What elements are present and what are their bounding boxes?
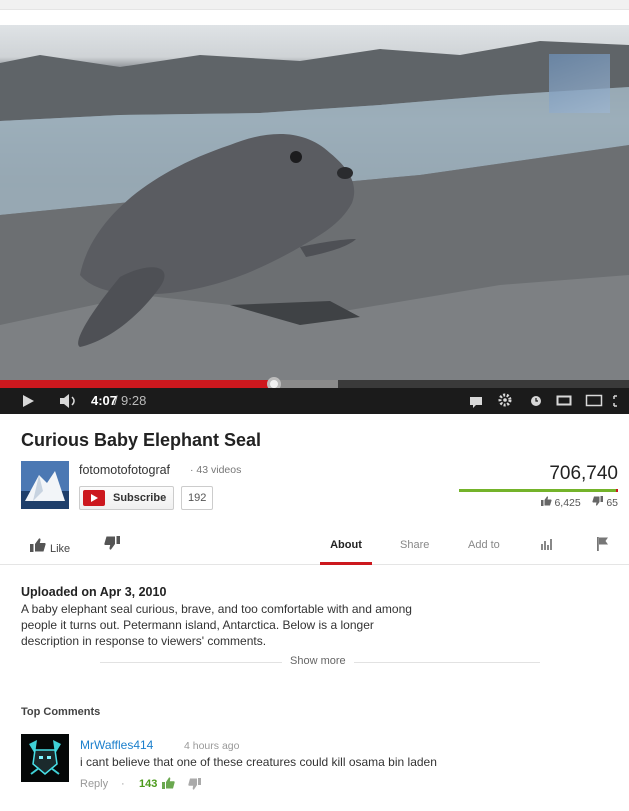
play-icon[interactable]: [20, 388, 36, 423]
channel-name[interactable]: fotomotofotograf: [79, 463, 170, 477]
video-frame[interactable]: [0, 25, 629, 380]
comment-reply-button[interactable]: Reply: [80, 778, 108, 790]
upload-date: Uploaded on Apr 3, 2010: [21, 585, 167, 599]
thumbs-down-icon[interactable]: [188, 777, 201, 795]
dislike-button[interactable]: [104, 536, 120, 555]
browser-top-strip: [0, 0, 629, 10]
thumbs-up-icon[interactable]: [162, 776, 175, 794]
large-player-icon[interactable]: [585, 388, 603, 423]
flag-icon[interactable]: [596, 536, 610, 555]
volume-icon[interactable]: [58, 388, 80, 423]
like-button[interactable]: Like: [30, 538, 70, 555]
comment-text: i cant believe that one of these creatur…: [80, 755, 437, 769]
fullscreen-icon[interactable]: [612, 388, 624, 423]
like-stats: 6,425 65: [540, 496, 618, 509]
duration: 9:28: [121, 393, 147, 408]
thumbs-down-icon: [104, 536, 120, 550]
show-more-button[interactable]: Show more: [282, 655, 354, 667]
comments-heading: Top Comments: [21, 706, 101, 718]
subscriber-count: 192: [181, 486, 214, 510]
player-controls: 4:07 / 9:28: [0, 388, 629, 414]
like-label: Like: [50, 543, 71, 555]
active-tab-indicator: [320, 562, 372, 565]
video-description: A baby elephant seal curious, brave, and…: [21, 602, 412, 648]
comment-dot-separator: ·: [121, 778, 125, 790]
tab-add-to[interactable]: Add to: [468, 539, 500, 551]
thumbs-down-icon: [592, 496, 604, 509]
comment-time: 4 hours ago: [184, 740, 240, 752]
video-title: Curious Baby Elephant Seal: [21, 430, 262, 450]
like-ratio-fill: [459, 489, 617, 492]
comment-author[interactable]: MrWaffles414: [80, 738, 153, 752]
tab-about[interactable]: About: [320, 539, 372, 551]
thumbs-up-icon: [30, 538, 46, 555]
channel-video-count[interactable]: · 43 videos: [190, 464, 241, 476]
progress-bar[interactable]: [0, 377, 629, 391]
like-count: 6,425: [554, 497, 581, 509]
tab-share[interactable]: Share: [400, 539, 429, 551]
gear-icon[interactable]: [497, 388, 513, 423]
small-player-icon[interactable]: [556, 388, 572, 423]
like-ratio-bar: [459, 489, 618, 492]
dislike-count: 65: [606, 497, 618, 509]
view-count: 706,740: [549, 463, 618, 484]
time-separator: /: [114, 393, 118, 408]
played-bar: [0, 380, 274, 388]
video-scene: [0, 41, 629, 380]
comment-like-count: 143: [139, 778, 158, 790]
subscribe-label: Subscribe: [113, 492, 167, 504]
stats-icon[interactable]: [540, 537, 554, 554]
action-bar: Like About Share Add to: [0, 529, 629, 565]
subscribe-button[interactable]: Subscribe: [79, 486, 174, 510]
watch-later-icon[interactable]: [530, 388, 542, 423]
channel-avatar[interactable]: [21, 461, 69, 509]
channel-watermark[interactable]: [549, 54, 610, 113]
thumbs-up-icon: [540, 496, 552, 509]
youtube-logo-icon: [83, 490, 105, 506]
captions-icon[interactable]: [469, 388, 483, 423]
comment-avatar[interactable]: [21, 734, 69, 782]
